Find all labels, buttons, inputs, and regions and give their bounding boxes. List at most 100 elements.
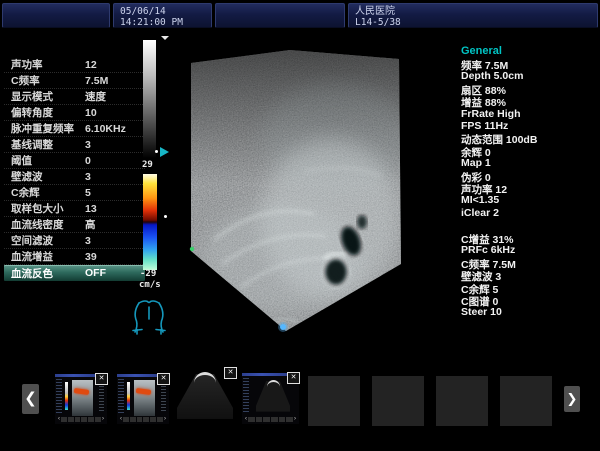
thumbnail-2[interactable]: ‹ › ✕ (117, 374, 169, 424)
status-line: 扇区 88% (461, 83, 597, 95)
mini-thumbnail-row: ‹ › (245, 416, 296, 423)
parameter-value: 速度 (85, 89, 106, 104)
mini-thumbnail-row: ‹ › (120, 416, 166, 423)
hospital-name: 人民医院 (355, 6, 401, 17)
parameter-label: 血流增益 (11, 249, 85, 264)
close-icon[interactable]: ✕ (287, 372, 300, 384)
parameter-row[interactable]: C频率 7.5M (4, 73, 145, 89)
mini-next-icon: › (102, 416, 104, 423)
mini-scale-bars (65, 382, 68, 410)
thumbnail-empty-slot (372, 376, 424, 426)
status-line: FrRate High (461, 108, 597, 120)
velocity-unit-label: cm/s (139, 280, 161, 290)
status-line: 余辉 0 (461, 145, 597, 157)
probe-position-marker-icon (161, 36, 169, 40)
parameter-label: 脉冲重复频率 (11, 121, 85, 136)
parameter-row[interactable]: 偏转角度 10 (4, 105, 145, 121)
status-line: 动态范围 100dB (461, 132, 597, 144)
parameter-value: 5 (85, 187, 91, 199)
status-panel: General 频率 7.5MDepth 5.0cm扇区 88%增益 88%Fr… (461, 45, 597, 319)
thumbnail-3[interactable]: ✕ (174, 368, 236, 428)
parameter-label: 取样包大小 (11, 201, 85, 216)
mini-thumbnail-row: ‹ › (58, 416, 104, 423)
parameter-value: 10 (85, 107, 97, 119)
mini-left-text (118, 379, 124, 413)
parameter-label: 偏转角度 (11, 105, 85, 120)
gray-map-arrow-icon (160, 147, 169, 157)
mini-echo-strip (134, 380, 155, 416)
general-status-lines: 频率 7.5MDepth 5.0cm扇区 88%增益 88%FrRate Hig… (461, 58, 597, 219)
topbar-empty-block-2 (215, 3, 345, 28)
prev-thumbnails-button[interactable]: ❮ (22, 384, 39, 414)
parameter-row[interactable]: 壁滤波 3 (4, 169, 145, 185)
mini-prev-icon: ‹ (120, 416, 122, 423)
close-icon[interactable]: ✕ (157, 373, 170, 385)
body-mark-abdomen-icon (127, 298, 171, 338)
parameter-value: 3 (85, 235, 91, 247)
parameter-value: 13 (85, 203, 97, 215)
status-line: PRFc 6kHz (461, 244, 597, 256)
mini-doppler-blob (136, 388, 152, 395)
parameter-label: 壁滤波 (11, 169, 85, 184)
status-line: 声功率 12 (461, 182, 597, 194)
mini-left-text (56, 379, 62, 413)
thumbnail-1[interactable]: ‹ › ✕ (55, 374, 107, 424)
velocity-max-label: 29 (142, 160, 153, 170)
date-text: 05/06/14 (120, 6, 183, 17)
parameter-label: C余辉 (11, 185, 85, 200)
status-line: Map 1 (461, 157, 597, 169)
color-status-lines: C增益 31%PRFc 6kHzC频率 7.5M壁滤波 3C余辉 5C图谱 0S… (461, 232, 597, 319)
parameter-row[interactable]: 阈值 0 (4, 153, 145, 169)
parameter-label: 血流线密度 (11, 217, 85, 232)
focus-marker-icon (190, 247, 194, 251)
parameter-value: 7.5M (85, 75, 108, 87)
mini-scale-bars (127, 382, 130, 410)
next-thumbnails-button[interactable]: ❯ (564, 386, 580, 412)
close-icon[interactable]: ✕ (95, 373, 108, 385)
mini-sector-cap (267, 380, 280, 387)
status-line: 增益 88% (461, 95, 597, 107)
status-line: C余辉 5 (461, 282, 597, 294)
time-text: 14:21:00 PM (120, 17, 183, 28)
status-line: C增益 31% (461, 232, 597, 244)
parameter-row[interactable]: 显示模式 速度 (4, 89, 145, 105)
thumbnail-empty-slot (500, 376, 552, 426)
parameter-row[interactable]: 取样包大小 13 (4, 201, 145, 217)
parameter-row[interactable]: 声功率 12 (4, 57, 145, 73)
thumbnail-empty-slot (308, 376, 360, 426)
parameter-row[interactable]: 基线调整 3 (4, 137, 145, 153)
status-line: 频率 7.5M (461, 58, 597, 70)
parameter-label: 显示模式 (11, 89, 85, 104)
parameter-value: 3 (85, 171, 91, 183)
parameter-row[interactable]: 血流反色 OFF (4, 265, 145, 281)
color-bar-dot (164, 215, 167, 218)
parameter-row[interactable]: 血流增益 39 (4, 249, 145, 265)
parameter-row[interactable]: 空间滤波 3 (4, 233, 145, 249)
parameter-panel: 声功率 12 C频率 7.5M 显示模式 速度 偏转角度 10 脉冲重复频率 6… (4, 57, 145, 281)
parameter-value: 高 (85, 217, 96, 232)
parameter-value: 0 (85, 155, 91, 167)
parameter-label: 阈值 (11, 153, 85, 168)
gray-map-bar (143, 40, 156, 158)
close-icon[interactable]: ✕ (224, 367, 237, 379)
status-line: C图谱 0 (461, 294, 597, 306)
hospital-block: 人民医院 L14-5/38 (348, 3, 598, 28)
datetime-block: 05/06/14 14:21:00 PM (113, 3, 212, 28)
topbar-empty-block-1 (2, 3, 110, 28)
parameter-value: OFF (85, 267, 106, 279)
parameter-label: 基线调整 (11, 137, 85, 152)
parameter-row[interactable]: 血流线密度 高 (4, 217, 145, 233)
thumbnail-empty-slot (436, 376, 488, 426)
thumbnail-4[interactable]: ‹ › ✕ (242, 373, 299, 424)
parameter-label: C频率 (11, 73, 85, 88)
status-line: MI<1.35 (461, 194, 597, 206)
mini-next-icon: › (164, 416, 166, 423)
status-line: 壁滤波 3 (461, 269, 597, 281)
status-line: FPS 11Hz (461, 120, 597, 132)
parameter-row[interactable]: 脉冲重复频率 6.10KHz (4, 121, 145, 137)
parameter-row[interactable]: C余辉 5 (4, 185, 145, 201)
apex-marker-icon (280, 324, 286, 330)
ultrasound-image (186, 44, 406, 336)
parameter-value: 39 (85, 251, 97, 263)
mini-echo-strip (72, 380, 93, 416)
